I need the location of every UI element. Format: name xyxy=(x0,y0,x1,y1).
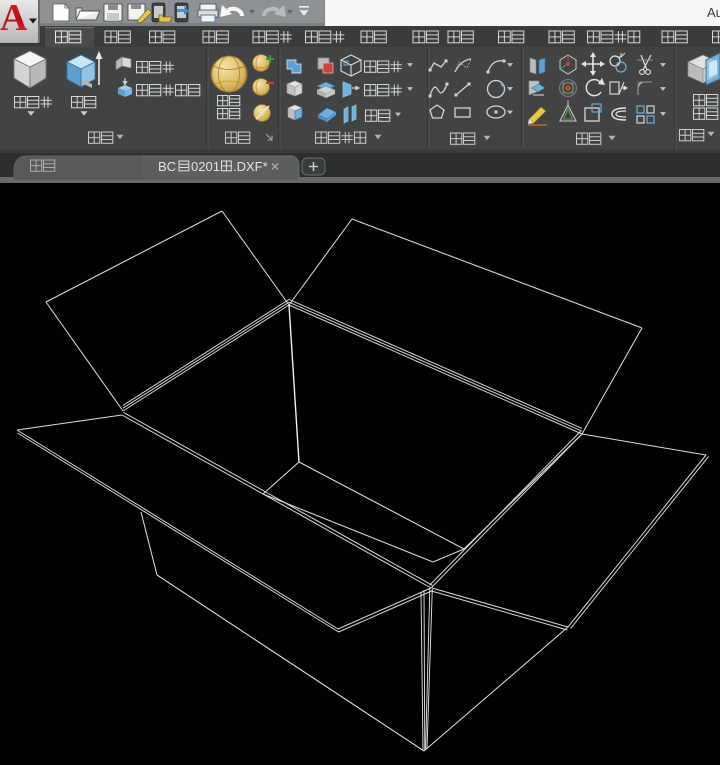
svg-text:.DXF*: .DXF* xyxy=(233,159,268,174)
svg-text:Au: Au xyxy=(707,5,720,20)
svg-text:BC: BC xyxy=(158,159,176,174)
svg-text:0201: 0201 xyxy=(191,159,220,174)
svg-text:A: A xyxy=(0,0,28,39)
